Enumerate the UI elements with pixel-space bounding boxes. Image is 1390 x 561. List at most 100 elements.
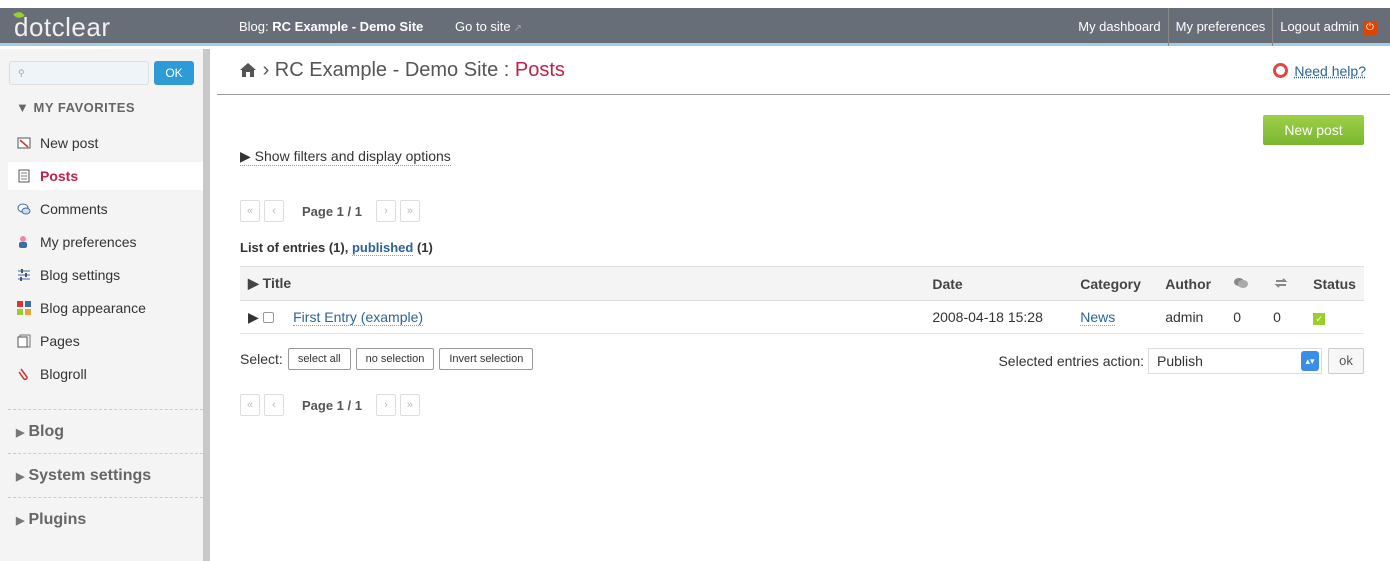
action-select[interactable]: Publish ▴▾ [1148,348,1322,374]
page-indicator: Page 1 / 1 [302,397,362,413]
breadcrumb-separator-icon: › [262,59,270,81]
triangle-right-icon: ▶ [16,515,25,527]
go-to-site-link[interactable]: Go to site ↗ [455,19,522,34]
favorites-heading[interactable]: ▼ My favorites [16,100,135,115]
blog-settings-icon [18,269,30,281]
invert-selection-button[interactable]: Invert selection [439,348,534,370]
comments-icon [17,203,31,215]
col-category: Category [1072,266,1158,301]
sidebar-item-blog-settings[interactable]: Blog settings [8,261,203,289]
sidebar-item-my-preferences[interactable]: My preferences [8,228,203,256]
sidebar-item-new-post[interactable]: New post [8,129,203,157]
previous-page-button[interactable]: ‹ [264,394,284,416]
show-filters-toggle[interactable]: ▶ Show filters and display options [240,148,451,166]
next-page-button[interactable]: › [375,394,396,416]
title-cell: ▶ First Entry (example) [240,300,925,334]
select-all-button[interactable]: select all [287,348,351,370]
author-cell: admin [1157,300,1226,334]
breadcrumb-blog[interactable]: RC Example - Demo Site [275,59,498,81]
search-ok-button[interactable]: OK [154,61,194,85]
sidebar-item-comments[interactable]: Comments [8,195,203,223]
home-icon[interactable] [239,62,257,78]
action-label: Selected entries action: [998,353,1144,369]
table-header: ▶ Title Date Category Author Status [240,266,1364,301]
power-icon: ⏻ [1363,20,1377,35]
blog-label: Blog: [239,19,269,34]
pager-top: « ‹ Page 1 / 1 › » [240,200,424,222]
breadcrumb: › RC Example - Demo Site : Posts [239,59,565,82]
posts-icon [18,169,30,183]
trackbacks-count-cell: 0 [1265,300,1306,334]
category-cell: News [1072,300,1158,334]
pager-bottom: « ‹ Page 1 / 1 › » [240,394,424,416]
comments-icon [1234,277,1249,288]
sidebar-item-blog-appearance[interactable]: Blog appearance [8,294,203,322]
triangle-right-icon: ▶ [248,275,263,291]
no-selection-button[interactable]: no selection [355,348,435,370]
category-link[interactable]: News [1080,309,1116,326]
list-title: List of entries (1), published (1) [240,240,433,256]
blog-appearance-icon [17,301,31,315]
sidebar-item-blogroll[interactable]: Blogroll [8,360,203,388]
logout-link[interactable]: Logout admin ⏻ [1272,8,1384,46]
lifebuoy-icon [1273,63,1289,78]
divider [217,94,1390,95]
new-post-button[interactable]: New post [1263,115,1364,145]
select-arrows-icon: ▴▾ [1301,351,1319,371]
first-page-button[interactable]: « [240,200,260,222]
table-row: ▶ First Entry (example) 2008-04-18 15:28… [240,300,1364,334]
page-indicator: Page 1 / 1 [302,203,362,219]
bulk-action-controls: Selected entries action: Publish ▴▾ ok [998,348,1364,374]
published-filter-link[interactable]: published [351,240,414,256]
page-title: Posts [514,59,565,81]
my-preferences-link[interactable]: My preferences [1167,8,1273,46]
sidebar-section-plugins[interactable]: ▶ Plugins [8,497,203,541]
go-to-site-label: Go to site [455,19,511,34]
first-page-button[interactable]: « [240,394,260,416]
menu-search-input[interactable]: ⚲ [9,61,149,85]
status-cell: ✓ [1305,300,1364,334]
new-post-icon [17,137,31,149]
sidebar-item-pages[interactable]: Pages [8,327,203,355]
next-page-button[interactable]: › [375,200,396,222]
triangle-right-icon: ▶ [240,148,255,164]
expand-row-icon[interactable]: ▶ [248,309,259,325]
my-dashboard-link[interactable]: My dashboard [1071,8,1167,46]
logo-text: dotclear [14,12,111,42]
last-page-button[interactable]: » [399,200,420,222]
sidebar-section-system-settings[interactable]: ▶ System settings [8,453,203,497]
user-prefs-icon [19,236,27,248]
need-help-link[interactable]: Need help? [1273,63,1366,79]
triangle-right-icon: ▶ [16,471,25,483]
logout-label: Logout admin [1280,19,1359,34]
col-author: Author [1157,266,1226,301]
sidebar: ⚲ OK ▼ My favorites New post Posts Comme… [0,49,210,561]
action-ok-button[interactable]: ok [1328,348,1364,374]
comments-count-cell: 0 [1225,300,1266,334]
main-content: › RC Example - Demo Site : Posts Need he… [217,49,1390,561]
col-date: Date [924,266,1073,301]
dotclear-logo[interactable]: dotclear [13,10,111,43]
selection-controls: Select: select all no selection Invert s… [240,348,534,370]
sidebar-item-posts[interactable]: Posts [8,162,203,190]
external-link-icon: ↗ [513,23,523,34]
col-comments [1225,266,1266,301]
col-status: Status [1305,266,1364,301]
published-check-icon: ✓ [1313,313,1326,325]
date-cell: 2008-04-18 15:28 [924,300,1073,334]
last-page-button[interactable]: » [399,394,420,416]
search-icon: ⚲ [18,68,25,78]
triangle-down-icon: ▼ [16,100,34,115]
entries-table: ▶ Title Date Category Author Status ▶ Fi… [240,266,1364,334]
user-links: My dashboard My preferences Logout admin… [1071,8,1384,46]
blog-name: RC Example - Demo Site [272,19,424,34]
col-trackbacks [1265,266,1306,301]
entry-title-link[interactable]: First Entry (example) [293,308,424,326]
row-checkbox[interactable] [262,311,274,323]
previous-page-button[interactable]: ‹ [264,200,284,222]
top-bar: dotclear Blog: RC Example - Demo Site Go… [0,8,1390,46]
current-blog: Blog: RC Example - Demo Site [239,19,423,34]
col-title[interactable]: ▶ Title [240,266,925,301]
sidebar-section-blog[interactable]: ▶ Blog [8,409,203,453]
triangle-right-icon: ▶ [16,427,25,439]
